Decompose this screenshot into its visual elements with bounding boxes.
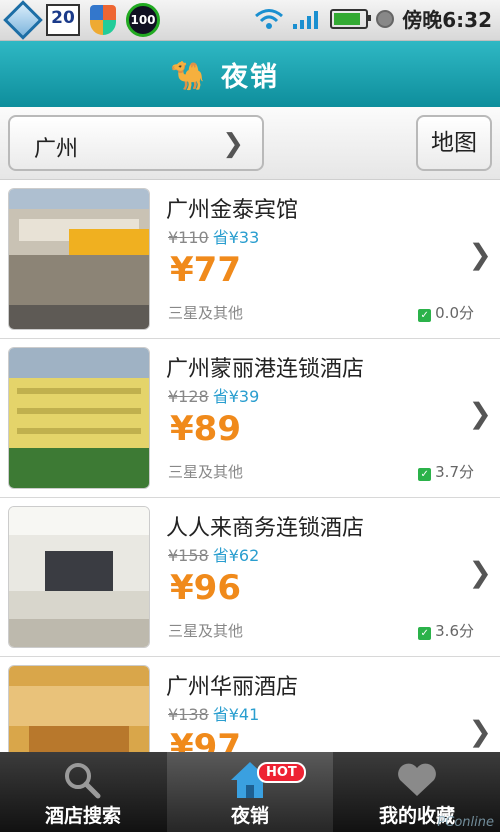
hotel-name: 人人来商务连锁酒店: [166, 516, 365, 541]
hotel-name: 广州华丽酒店: [166, 675, 299, 700]
tab-label: 酒店搜索: [44, 805, 121, 827]
calendar-icon: 20: [46, 3, 80, 37]
score-value: 0.0分: [435, 304, 474, 322]
chevron-right-icon: ❯: [468, 397, 492, 430]
hotel-list-item[interactable]: 广州金泰宾馆 ¥110 省¥33 ¥77 三星及其他 ✓ 0.0分 ❯: [0, 180, 500, 339]
deal-price: ¥77: [170, 250, 241, 290]
status-time: 傍晚6:32: [402, 8, 492, 32]
saving-amount: 省¥39: [212, 387, 260, 406]
hotel-list-item[interactable]: 人人来商务连锁酒店 ¥158 省¥62 ¥96 三星及其他 ✓ 3.6分 ❯: [0, 498, 500, 657]
search-icon: [65, 763, 101, 799]
score-value: 3.7分: [435, 463, 474, 481]
original-price: ¥128: [168, 387, 209, 406]
hotel-list-item[interactable]: 广州华丽酒店 ¥138 省¥41 ¥97 ❯: [0, 657, 500, 752]
check-icon: ✓: [418, 468, 432, 481]
tab-night-deals[interactable]: HOT 夜销: [167, 752, 333, 832]
price-info: ¥128 省¥39: [168, 383, 259, 407]
tab-label: 夜销: [230, 805, 269, 827]
hotel-photo: [8, 665, 150, 752]
calendar-day: 20: [46, 4, 80, 36]
status-bar: 20 100 傍晚6:32: [0, 0, 500, 41]
deal-price: ¥97: [170, 727, 241, 752]
badge-value: 100: [126, 3, 160, 37]
chevron-right-icon: ❯: [468, 556, 492, 589]
clock-icon: [376, 9, 395, 28]
hot-badge: HOT: [257, 762, 306, 783]
heart-icon: [398, 763, 436, 796]
original-price: ¥138: [168, 705, 209, 724]
score-value: 3.6分: [435, 622, 474, 640]
saving-amount: 省¥41: [212, 705, 260, 724]
signal-icon: [293, 10, 319, 29]
chevron-right-icon: ❯: [222, 129, 244, 159]
watermark-text: PConline: [437, 815, 494, 830]
title-bar: 🐪 夜销: [0, 41, 500, 107]
saving-amount: 省¥33: [212, 228, 260, 247]
deal-price: ¥96: [170, 568, 241, 608]
city-selector-button[interactable]: 广州 ❯: [8, 115, 264, 171]
deal-price: ¥89: [170, 409, 241, 449]
star-rating: 三星及其他: [168, 304, 244, 322]
original-price: ¥110: [168, 228, 209, 247]
price-info: ¥110 省¥33: [168, 224, 259, 248]
review-score: ✓ 3.7分: [418, 461, 474, 482]
saving-amount: 省¥62: [212, 546, 260, 565]
battery-saver-icon: 100: [126, 3, 160, 37]
hotel-name: 广州蒙丽港连锁酒店: [166, 357, 365, 382]
filter-bar: 广州 ❯ 地图: [0, 107, 500, 180]
original-price: ¥158: [168, 546, 209, 565]
app-diamond-icon: [3, 0, 43, 40]
chevron-right-icon: ❯: [468, 238, 492, 271]
hotel-list: 广州金泰宾馆 ¥110 省¥33 ¥77 三星及其他 ✓ 0.0分 ❯ 广州蒙丽港连…: [0, 180, 500, 752]
hotel-name: 广州金泰宾馆: [166, 198, 299, 223]
bottom-tab-bar: 酒店搜索 HOT 夜销 我的收藏 PConline: [0, 752, 500, 832]
star-rating: 三星及其他: [168, 622, 244, 640]
check-icon: ✓: [418, 309, 432, 322]
hotel-photo: [8, 347, 150, 489]
hotel-photo: [8, 188, 150, 330]
star-rating: 三星及其他: [168, 463, 244, 481]
page-title: 夜销: [221, 62, 279, 93]
tab-hotel-search[interactable]: 酒店搜索: [0, 752, 166, 832]
map-button[interactable]: 地图: [416, 115, 492, 171]
review-score: ✓ 3.6分: [418, 620, 474, 641]
wifi-icon: [255, 8, 284, 29]
chevron-right-icon: ❯: [468, 715, 492, 748]
price-info: ¥158 省¥62: [168, 542, 259, 566]
battery-icon: [330, 8, 372, 29]
city-label: 广州: [34, 137, 79, 162]
check-icon: ✓: [418, 627, 432, 640]
hotel-photo: [8, 506, 150, 648]
price-info: ¥138 省¥41: [168, 701, 259, 725]
hotel-list-item[interactable]: 广州蒙丽港连锁酒店 ¥128 省¥39 ¥89 三星及其他 ✓ 3.7分 ❯: [0, 339, 500, 498]
shield-icon: [86, 3, 120, 37]
review-score: ✓ 0.0分: [418, 302, 474, 323]
